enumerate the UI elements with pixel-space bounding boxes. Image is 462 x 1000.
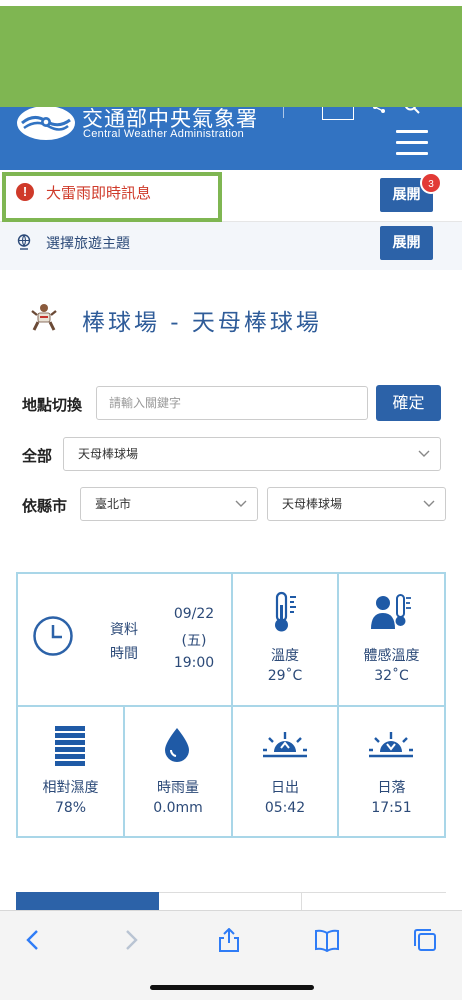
share-icon[interactable] [216, 928, 242, 952]
sunrise-value: 05:42 [264, 800, 306, 816]
logo-icon[interactable] [16, 104, 76, 142]
grid-divider [337, 572, 339, 838]
clock-icon [33, 616, 73, 656]
location-search-input[interactable] [96, 386, 368, 420]
alert-count-badge: 3 [420, 172, 442, 194]
travel-expand-button[interactable]: 展開 [380, 226, 433, 260]
temperature-value: 29˚C [267, 668, 303, 684]
sunset-icon [369, 732, 413, 758]
back-icon[interactable] [20, 928, 46, 952]
city-select[interactable]: 臺北市 [80, 487, 258, 521]
all-sites-select[interactable]: 天母棒球場 [63, 437, 441, 471]
rainfall-value: 0.0mm [153, 800, 203, 816]
location-switch-label: 地點切換 [22, 396, 83, 414]
sunset-label: 日落 [377, 780, 406, 796]
data-time-label-2: 時間 [110, 646, 138, 662]
alert-highlight-box [2, 172, 222, 222]
feels-like-value: 32˚C [374, 668, 409, 684]
tabs-icon[interactable] [412, 928, 438, 952]
feels-like-icon [371, 594, 411, 629]
page: 交通部中央氣象署 Central Weather Administration … [0, 0, 462, 1000]
sunrise-icon [263, 732, 307, 758]
humidity-label: 相對濕度 [42, 780, 99, 796]
sunset-value: 17:51 [371, 800, 412, 816]
data-weekday: (五) [181, 633, 207, 649]
data-date: 09/22 [173, 606, 215, 622]
baseball-player-icon [31, 304, 57, 331]
sunrise-label: 日出 [271, 780, 299, 796]
globe-icon [17, 234, 31, 250]
county-label: 依縣市 [22, 497, 68, 515]
site-select-value: 天母棒球場 [282, 497, 343, 511]
overlay-block [0, 6, 462, 107]
menu-icon[interactable] [396, 130, 430, 158]
site-select[interactable]: 天母棒球場 [267, 487, 446, 521]
thermometer-icon [275, 591, 296, 632]
feels-like-label: 體感溫度 [363, 648, 420, 664]
city-select-value: 臺北市 [95, 497, 132, 511]
home-indicator [150, 985, 314, 990]
all-label: 全部 [22, 447, 53, 465]
temperature-label: 溫度 [271, 648, 299, 664]
data-time-label-1: 資料 [110, 622, 138, 638]
raindrop-icon [165, 728, 189, 762]
data-time: 19:00 [173, 655, 215, 671]
chevron-down-icon [423, 500, 435, 507]
tab-divider [301, 892, 302, 912]
page-title: 棒球場 - 天母棒球場 [82, 310, 322, 336]
chevron-down-icon [418, 450, 430, 457]
forward-icon[interactable] [118, 928, 144, 952]
brand-name-en: Central Weather Administration [83, 128, 245, 140]
humidity-icon [55, 726, 85, 766]
rainfall-label: 時雨量 [157, 780, 199, 796]
grid-divider [123, 705, 125, 838]
confirm-button[interactable]: 確定 [376, 385, 441, 421]
chevron-down-icon [235, 500, 247, 507]
grid-divider [231, 572, 233, 838]
all-sites-select-value: 天母棒球場 [78, 447, 139, 461]
humidity-value: 78% [54, 800, 87, 816]
tab-active[interactable] [16, 892, 159, 912]
bookmarks-icon[interactable] [314, 928, 340, 952]
travel-theme-label[interactable]: 選擇旅遊主題 [46, 233, 130, 253]
